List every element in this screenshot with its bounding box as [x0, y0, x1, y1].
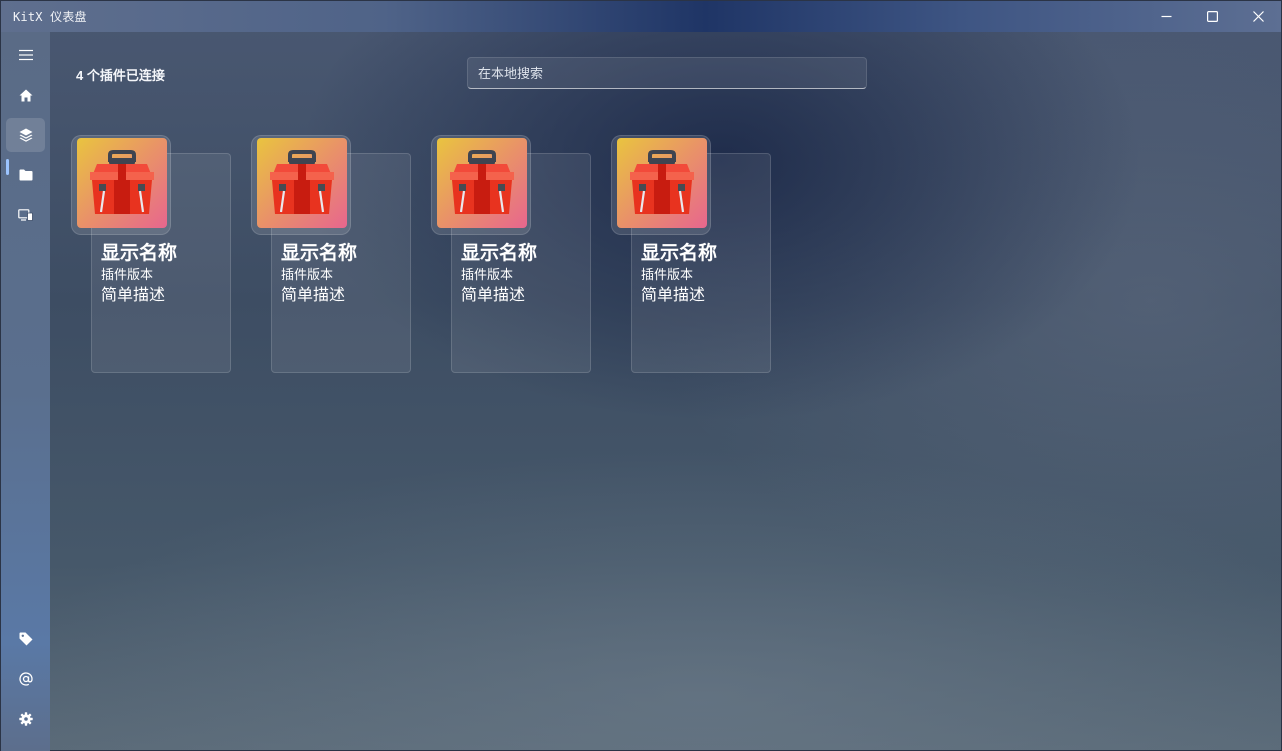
gear-icon [18, 712, 33, 726]
plugin-icon-frame [611, 135, 711, 235]
minimize-icon [1161, 15, 1171, 18]
app-window: KitX 仪表盘 4 个插件已连接 在本地搜索 显示名称 插件版本 简单描述 显… [0, 0, 1282, 751]
plugin-description: 简单描述 [641, 287, 706, 304]
plugins-connected-status: 4 个插件已连接 [76, 68, 165, 83]
plugin-description: 简单描述 [281, 287, 346, 304]
plugin-display-name: 显示名称 [461, 243, 538, 264]
plugin-icon [257, 138, 347, 228]
search-input[interactable] [467, 57, 867, 89]
window-title: KitX 仪表盘 [13, 10, 87, 24]
plugin-display-name: 显示名称 [641, 243, 718, 264]
sidebar-item-home[interactable] [6, 78, 45, 112]
plugin-icon-frame [251, 135, 351, 235]
home-icon [19, 89, 32, 101]
devices-icon [18, 209, 33, 221]
plugin-card[interactable]: 显示名称 插件版本 简单描述 [611, 135, 771, 375]
plugin-description: 简单描述 [101, 287, 166, 304]
sidebar-item-repository[interactable] [6, 158, 45, 192]
sidebar [1, 32, 50, 751]
plugin-icon [437, 138, 527, 228]
plugin-icon [77, 138, 167, 228]
plugin-description: 简单描述 [461, 287, 526, 304]
menu-toggle-button[interactable] [6, 38, 45, 72]
window-controls [1143, 1, 1281, 32]
toolbox-icon [270, 150, 334, 214]
plugin-icon [617, 138, 707, 228]
plugin-display-name: 显示名称 [101, 243, 178, 264]
maximize-button[interactable] [1189, 1, 1235, 32]
close-button[interactable] [1235, 1, 1281, 32]
sidebar-item-plugins[interactable] [6, 118, 45, 152]
sidebar-item-devices[interactable] [6, 198, 45, 232]
plugin-card[interactable]: 显示名称 插件版本 简单描述 [431, 135, 591, 375]
minimize-button[interactable] [1143, 1, 1189, 32]
sidebar-item-tags[interactable] [6, 622, 45, 656]
maximize-icon [1206, 11, 1218, 22]
tag-icon [19, 632, 32, 646]
main-content: 4 个插件已连接 显示名称 [50, 32, 1282, 751]
plugin-icon-frame [71, 135, 171, 235]
plugin-card[interactable]: 显示名称 插件版本 简单描述 [71, 135, 231, 375]
toolbox-icon [630, 150, 694, 214]
folder-icon [19, 169, 32, 181]
toolbox-icon [450, 150, 514, 214]
plugin-icon-frame [431, 135, 531, 235]
close-icon [1252, 11, 1264, 22]
title-bar[interactable]: KitX 仪表盘 [1, 1, 1281, 32]
plugin-display-name: 显示名称 [281, 243, 358, 264]
plugin-card[interactable]: 显示名称 插件版本 简单描述 [251, 135, 411, 375]
at-icon [18, 672, 33, 686]
sidebar-item-about[interactable] [6, 662, 45, 696]
sidebar-item-settings[interactable] [6, 702, 45, 736]
toolbox-icon [90, 150, 154, 214]
hamburger-menu-icon [18, 49, 33, 61]
layers-icon [19, 128, 32, 142]
